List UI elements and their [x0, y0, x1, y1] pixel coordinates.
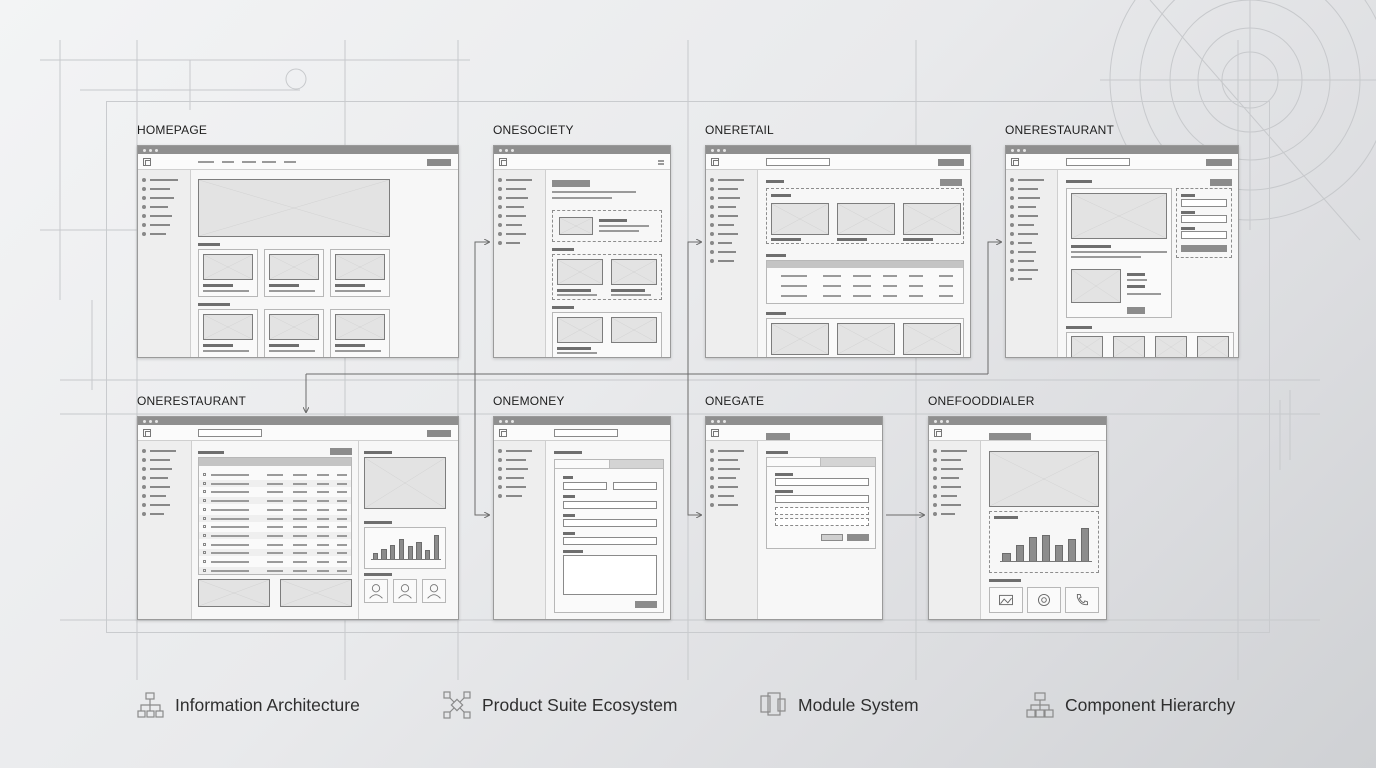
- table-row: [199, 566, 351, 574]
- screen-title-homepage: HOMEPAGE: [137, 123, 208, 137]
- window-controls: [494, 417, 670, 425]
- table-row: [199, 488, 351, 495]
- sidebar: [929, 441, 981, 619]
- legend-label: Information Architecture: [175, 694, 360, 715]
- wireframe-onemoney: [493, 416, 671, 620]
- table-row: [199, 514, 351, 522]
- chart-bar: [1015, 544, 1024, 562]
- screen-title-onerestaurant-bottom: ONERESTAURANT: [137, 394, 247, 408]
- sidebar: [706, 441, 758, 619]
- sales-chart: [364, 527, 446, 569]
- network-icon: [443, 691, 471, 719]
- legend-label: Module System: [798, 694, 919, 715]
- window-controls: [929, 417, 1106, 425]
- sidebar: [138, 441, 192, 619]
- chart-bar: [398, 539, 405, 560]
- modules-icon: [760, 692, 786, 716]
- sidebar: [138, 170, 191, 357]
- chart-bar: [1081, 527, 1090, 562]
- chart-bar: [407, 546, 413, 560]
- wireframe-onefooddialer: [928, 416, 1107, 620]
- avatar-icon: [422, 579, 446, 603]
- wireframe-onerestaurant-bottom: [137, 416, 459, 620]
- avatar-icon: [364, 579, 388, 603]
- legend-component-hierarchy: Component Hierarchy: [1025, 690, 1235, 720]
- visitor-form: [766, 457, 876, 549]
- sidebar: [494, 170, 546, 357]
- logo-icon: [711, 429, 719, 437]
- table-row: [199, 506, 351, 513]
- window-controls: [494, 146, 670, 154]
- settings-icon: [1027, 587, 1061, 613]
- search-input: [766, 158, 830, 166]
- screen-title-oneretail: ONERETAIL: [705, 123, 774, 137]
- logo-icon: [934, 429, 942, 437]
- image-icon: [989, 587, 1023, 613]
- table-row: [199, 558, 351, 565]
- chart-bar: [433, 534, 440, 560]
- logo-icon: [1011, 158, 1019, 166]
- sales-chart: [989, 511, 1099, 573]
- legend-information-architecture: Information Architecture: [135, 690, 360, 720]
- nav-button: [427, 159, 451, 166]
- screen-title-onegate: ONEGATE: [705, 394, 765, 408]
- legend-label: Component Hierarchy: [1065, 694, 1236, 715]
- table-row: [199, 541, 351, 548]
- logo-icon: [143, 429, 151, 437]
- window-controls: [138, 417, 458, 425]
- wireframe-onerestaurant-top: [1005, 145, 1239, 358]
- legend-product-suite-ecosystem: Product Suite Ecosystem: [442, 690, 678, 720]
- screen-title-onesociety: ONESOCIETY: [493, 123, 574, 137]
- sidebar: [1006, 170, 1058, 357]
- legend-label: Product Suite Ecosystem: [482, 694, 678, 715]
- wireframe-onesociety: [493, 145, 671, 358]
- wireframe-oneretail: [705, 145, 971, 358]
- screen-title-onefooddialer: ONEFOODDIALER: [928, 394, 1035, 408]
- table-row: [199, 479, 351, 487]
- search-input: [198, 429, 262, 437]
- window-controls: [138, 146, 458, 154]
- phone-icon: [1065, 587, 1099, 613]
- legend-module-system: Module System: [758, 690, 919, 720]
- chart-bar: [1054, 544, 1064, 562]
- screen-title-onerestaurant-top: ONERESTAURANT: [1005, 123, 1115, 137]
- table-row: [199, 523, 351, 530]
- screen-title-onemoney: ONEMONEY: [493, 394, 565, 408]
- sitemap-icon: [137, 692, 164, 718]
- chart-bar: [1068, 539, 1077, 562]
- wireframe-onegate: [705, 416, 883, 620]
- search-input: [554, 429, 618, 437]
- logo-icon: [499, 429, 507, 437]
- window-controls: [706, 417, 882, 425]
- logo-icon: [143, 158, 151, 166]
- hierarchy-icon: [1026, 692, 1054, 718]
- chart-bar: [390, 544, 396, 560]
- logo-icon: [499, 158, 507, 166]
- window-controls: [706, 146, 970, 154]
- sidebar: [494, 441, 546, 619]
- data-table: [766, 260, 964, 304]
- chart-bar: [1041, 535, 1050, 562]
- sidebar: [706, 170, 758, 357]
- table-row: [199, 549, 351, 557]
- payment-form: [554, 459, 664, 613]
- table-row: [199, 497, 351, 505]
- table-row: [199, 471, 351, 478]
- order-table: [198, 457, 352, 575]
- chart-bar: [1028, 537, 1037, 562]
- table-row: [199, 531, 351, 539]
- hero-image-placeholder: [198, 179, 390, 237]
- wireframe-homepage: [137, 145, 459, 358]
- logo-icon: [711, 158, 719, 166]
- search-input: [1066, 158, 1130, 166]
- window-controls: [1006, 146, 1238, 154]
- avatar-icon: [393, 579, 417, 603]
- chart-axis: [1000, 561, 1092, 562]
- chart-bar: [416, 541, 422, 560]
- chart-axis: [371, 559, 441, 560]
